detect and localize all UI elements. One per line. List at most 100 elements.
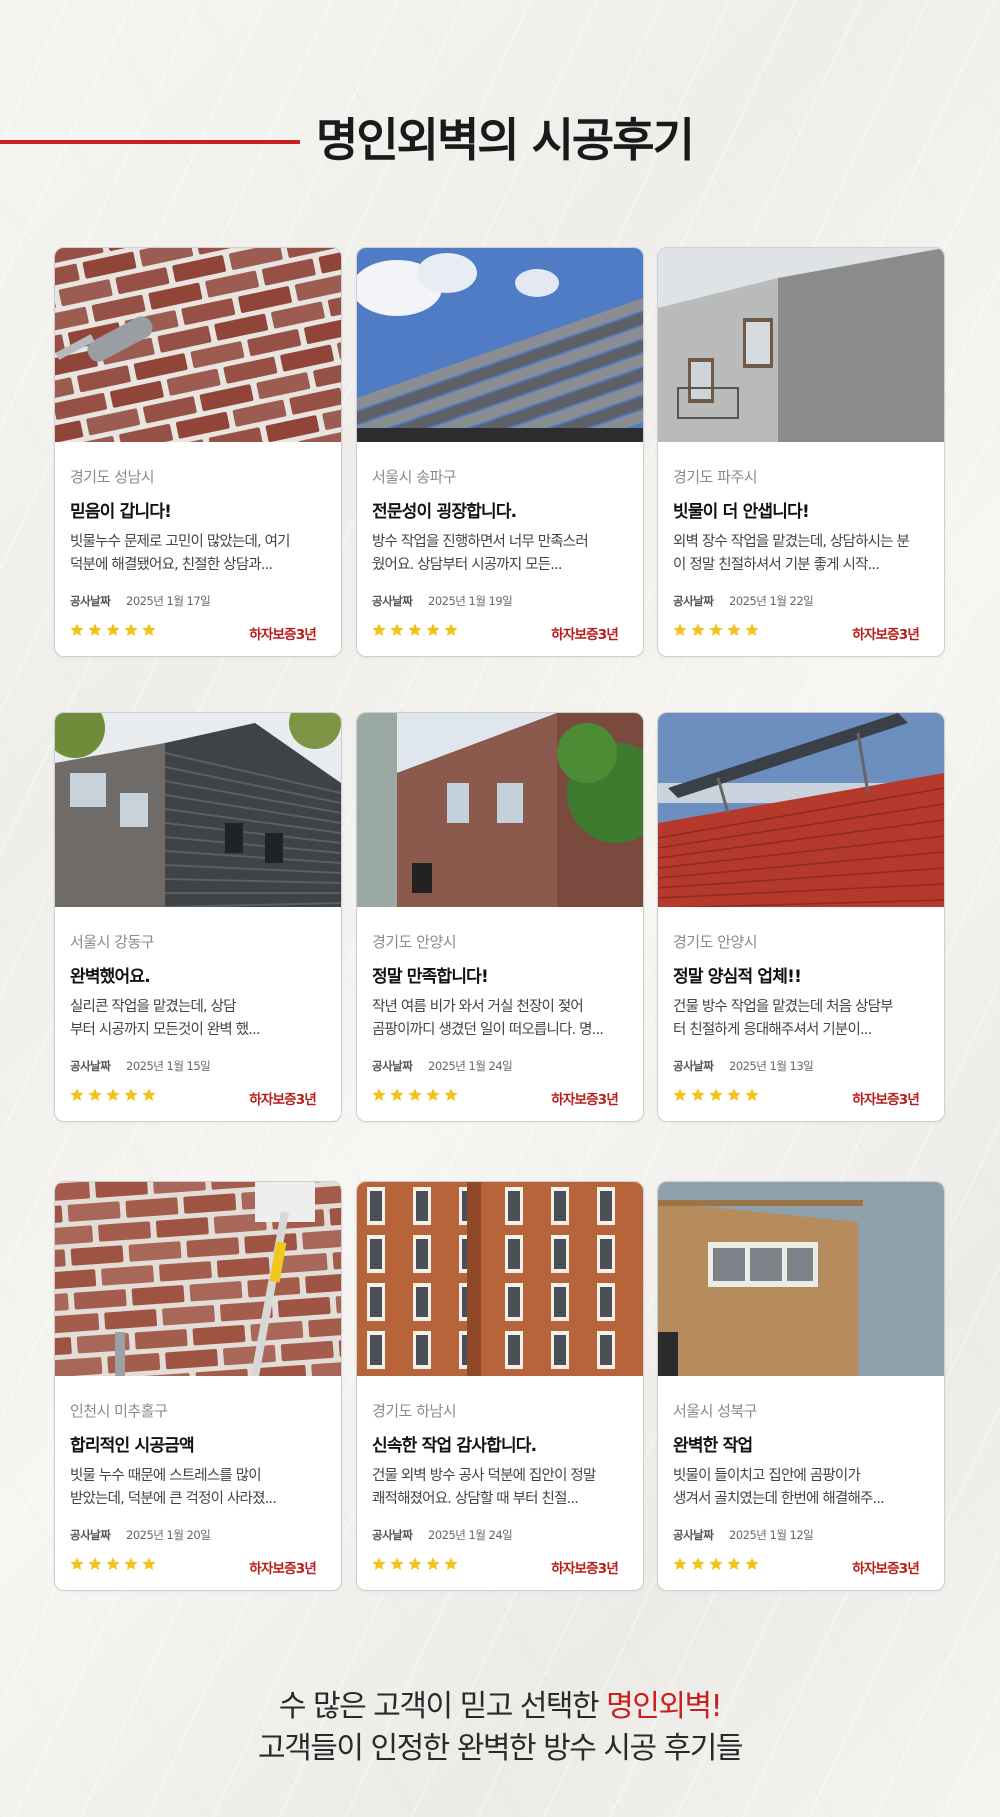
- review-body-line: 웠어요. 상담부터 시공까지 모든...: [372, 557, 562, 573]
- star-icon: [727, 1557, 741, 1570]
- review-card[interactable]: 서울시 송파구 전문성이 굉장합니다. 방수 작업을 진행하면서 너무 만족스러…: [356, 247, 644, 657]
- section-header: 명인외벽의 시공후기: [0, 110, 1000, 170]
- warranty-badge: 하자보증3년: [249, 627, 316, 643]
- date-value: 2025년 1월 20일: [126, 1528, 211, 1542]
- star-icon: [124, 1557, 138, 1570]
- star-icon: [426, 623, 440, 636]
- star-icon: [408, 623, 422, 636]
- date-value: 2025년 1월 19일: [428, 594, 513, 608]
- star-icon: [106, 1557, 120, 1570]
- review-card[interactable]: 인천시 미추홀구 합리적인 시공금액 빗물 누수 때문에 스트레스를 많이 받았…: [54, 1181, 342, 1591]
- review-card[interactable]: 경기도 성남시 믿음이 갑니다! 빗물누수 문제로 고민이 많았는데, 여기 덕…: [54, 247, 342, 657]
- review-photo: [658, 713, 944, 907]
- review-card[interactable]: 경기도 하남시 신속한 작업 감사합니다. 건물 외벽 방수 공사 덕분에 집안…: [356, 1181, 644, 1591]
- review-body-line: 이 정말 친절하셔서 기분 좋게 시작...: [673, 557, 880, 573]
- star-icon: [88, 623, 102, 636]
- review-region: 경기도 파주시: [673, 468, 758, 486]
- review-body-line: 빗물 누수 때문에 스트레스를 많이: [70, 1468, 262, 1484]
- star-rating: [672, 1087, 760, 1105]
- star-icon: [691, 1557, 705, 1570]
- date-label: 공사날짜: [372, 1528, 413, 1542]
- closing-highlight: 명인외벽!: [606, 1689, 722, 1724]
- review-body-line: 건물 외벽 방수 공사 덕분에 집안이 정말: [372, 1468, 596, 1484]
- date-value: 2025년 1월 15일: [126, 1059, 211, 1073]
- star-icon: [142, 1557, 156, 1570]
- review-body: 외벽 장수 작업을 맡겼는데, 상담하시는 분 이 정말 친절하셔서 기분 좋게…: [673, 531, 935, 577]
- review-body-line: 받았는데, 덕분에 큰 걱정이 사라졌...: [70, 1491, 277, 1507]
- closing-message: 수 많은 고객이 믿고 선택한 명인외벽! 고객들이 인정한 완벽한 방수 시공…: [0, 1686, 1000, 1770]
- review-body-line: 빗물누수 문제로 고민이 많았는데, 여기: [70, 534, 290, 550]
- date-label: 공사날짜: [70, 1528, 111, 1542]
- title-accent-line: [0, 140, 300, 144]
- review-region: 서울시 송파구: [372, 468, 457, 486]
- star-icon: [88, 1088, 102, 1101]
- star-rating: [672, 1556, 760, 1574]
- star-icon: [88, 1557, 102, 1570]
- star-rating: [69, 1556, 157, 1574]
- star-icon: [408, 1088, 422, 1101]
- date-value: 2025년 1월 24일: [428, 1528, 513, 1542]
- review-body-line: 덕분에 해결됐어요, 친절한 상담과...: [70, 557, 273, 573]
- review-title: 정말 만족합니다!: [372, 967, 489, 987]
- review-photo: [658, 248, 944, 442]
- review-body: 빗물이 들이치고 집안에 곰팡이가 생겨서 골치였는데 한번에 해결해주...: [673, 1465, 935, 1511]
- review-card[interactable]: 경기도 파주시 빗물이 더 안샙니다! 외벽 장수 작업을 맡겼는데, 상담하시…: [657, 247, 945, 657]
- review-card[interactable]: 경기도 안양시 정말 만족합니다! 작년 여름 비가 와서 거실 천장이 젖어 …: [356, 712, 644, 1122]
- review-body-line: 실리콘 작업을 맡겼는데, 상담: [70, 999, 237, 1015]
- date-value: 2025년 1월 12일: [729, 1528, 814, 1542]
- warranty-badge: 하자보증3년: [551, 1561, 618, 1577]
- date-value: 2025년 1월 13일: [729, 1059, 814, 1073]
- review-card[interactable]: 서울시 강동구 완벽했어요. 실리콘 작업을 맡겼는데, 상담 부터 시공까지 …: [54, 712, 342, 1122]
- star-icon: [673, 623, 687, 636]
- review-title: 합리적인 시공금액: [70, 1436, 195, 1456]
- review-photo: [357, 248, 643, 442]
- star-icon: [372, 623, 386, 636]
- star-rating: [371, 622, 459, 640]
- review-photo: [658, 1182, 944, 1376]
- star-icon: [709, 1557, 723, 1570]
- review-title: 전문성이 굉장합니다.: [372, 502, 517, 522]
- date-label: 공사날짜: [673, 1059, 714, 1073]
- warranty-badge: 하자보증3년: [551, 627, 618, 643]
- review-body: 건물 외벽 방수 공사 덕분에 집안이 정말 쾌적해졌어요. 상담할 때 부터 …: [372, 1465, 634, 1511]
- review-body-line: 쾌적해졌어요. 상담할 때 부터 친절...: [372, 1491, 579, 1507]
- warranty-badge: 하자보증3년: [249, 1092, 316, 1108]
- review-body: 빗물 누수 때문에 스트레스를 많이 받았는데, 덕분에 큰 걱정이 사라졌..…: [70, 1465, 332, 1511]
- review-body: 작년 여름 비가 와서 거실 천장이 젖어 곰팡이까디 생겼던 일이 떠오릅니다…: [372, 996, 634, 1042]
- review-region: 인천시 미추홀구: [70, 1402, 168, 1420]
- review-body-line: 곰팡이까디 생겼던 일이 떠오릅니다. 명...: [372, 1022, 604, 1038]
- star-icon: [70, 623, 84, 636]
- date-label: 공사날짜: [673, 594, 714, 608]
- review-region: 서울시 강동구: [70, 933, 155, 951]
- review-body: 빗물누수 문제로 고민이 많았는데, 여기 덕분에 해결됐어요, 친절한 상담과…: [70, 531, 332, 577]
- page-title: 명인외벽의 시공후기: [316, 113, 695, 167]
- star-icon: [106, 623, 120, 636]
- review-body: 방수 작업을 진행하면서 너무 만족스러 웠어요. 상담부터 시공까지 모든..…: [372, 531, 634, 577]
- star-rating: [371, 1087, 459, 1105]
- date-label: 공사날짜: [673, 1528, 714, 1542]
- review-body-line: 빗물이 들이치고 집안에 곰팡이가: [673, 1468, 861, 1484]
- closing-line-2: 고객들이 인정한 완벽한 방수 시공 후기들: [258, 1731, 743, 1766]
- star-icon: [673, 1088, 687, 1101]
- review-region: 경기도 하남시: [372, 1402, 457, 1420]
- star-icon: [745, 623, 759, 636]
- date-label: 공사날짜: [372, 1059, 413, 1073]
- review-title: 빗물이 더 안샙니다!: [673, 502, 810, 522]
- star-icon: [390, 1557, 404, 1570]
- star-icon: [444, 1557, 458, 1570]
- star-icon: [124, 623, 138, 636]
- star-icon: [70, 1557, 84, 1570]
- star-icon: [70, 1088, 84, 1101]
- star-icon: [673, 1557, 687, 1570]
- warranty-badge: 하자보증3년: [551, 1092, 618, 1108]
- review-region: 경기도 성남시: [70, 468, 155, 486]
- star-icon: [106, 1088, 120, 1101]
- star-icon: [727, 1088, 741, 1101]
- review-card[interactable]: 경기도 안양시 정말 양심적 업체!! 건물 방수 작업을 맡겼는데 처음 상담…: [657, 712, 945, 1122]
- star-icon: [390, 1088, 404, 1101]
- review-card[interactable]: 서울시 성북구 완벽한 작업 빗물이 들이치고 집안에 곰팡이가 생겨서 골치였…: [657, 1181, 945, 1591]
- star-icon: [745, 1557, 759, 1570]
- star-icon: [691, 623, 705, 636]
- review-body-line: 건물 방수 작업을 맡겼는데 처음 상담부: [673, 999, 893, 1015]
- review-body: 건물 방수 작업을 맡겼는데 처음 상담부 터 친절하게 응대해주셔서 기분이.…: [673, 996, 935, 1042]
